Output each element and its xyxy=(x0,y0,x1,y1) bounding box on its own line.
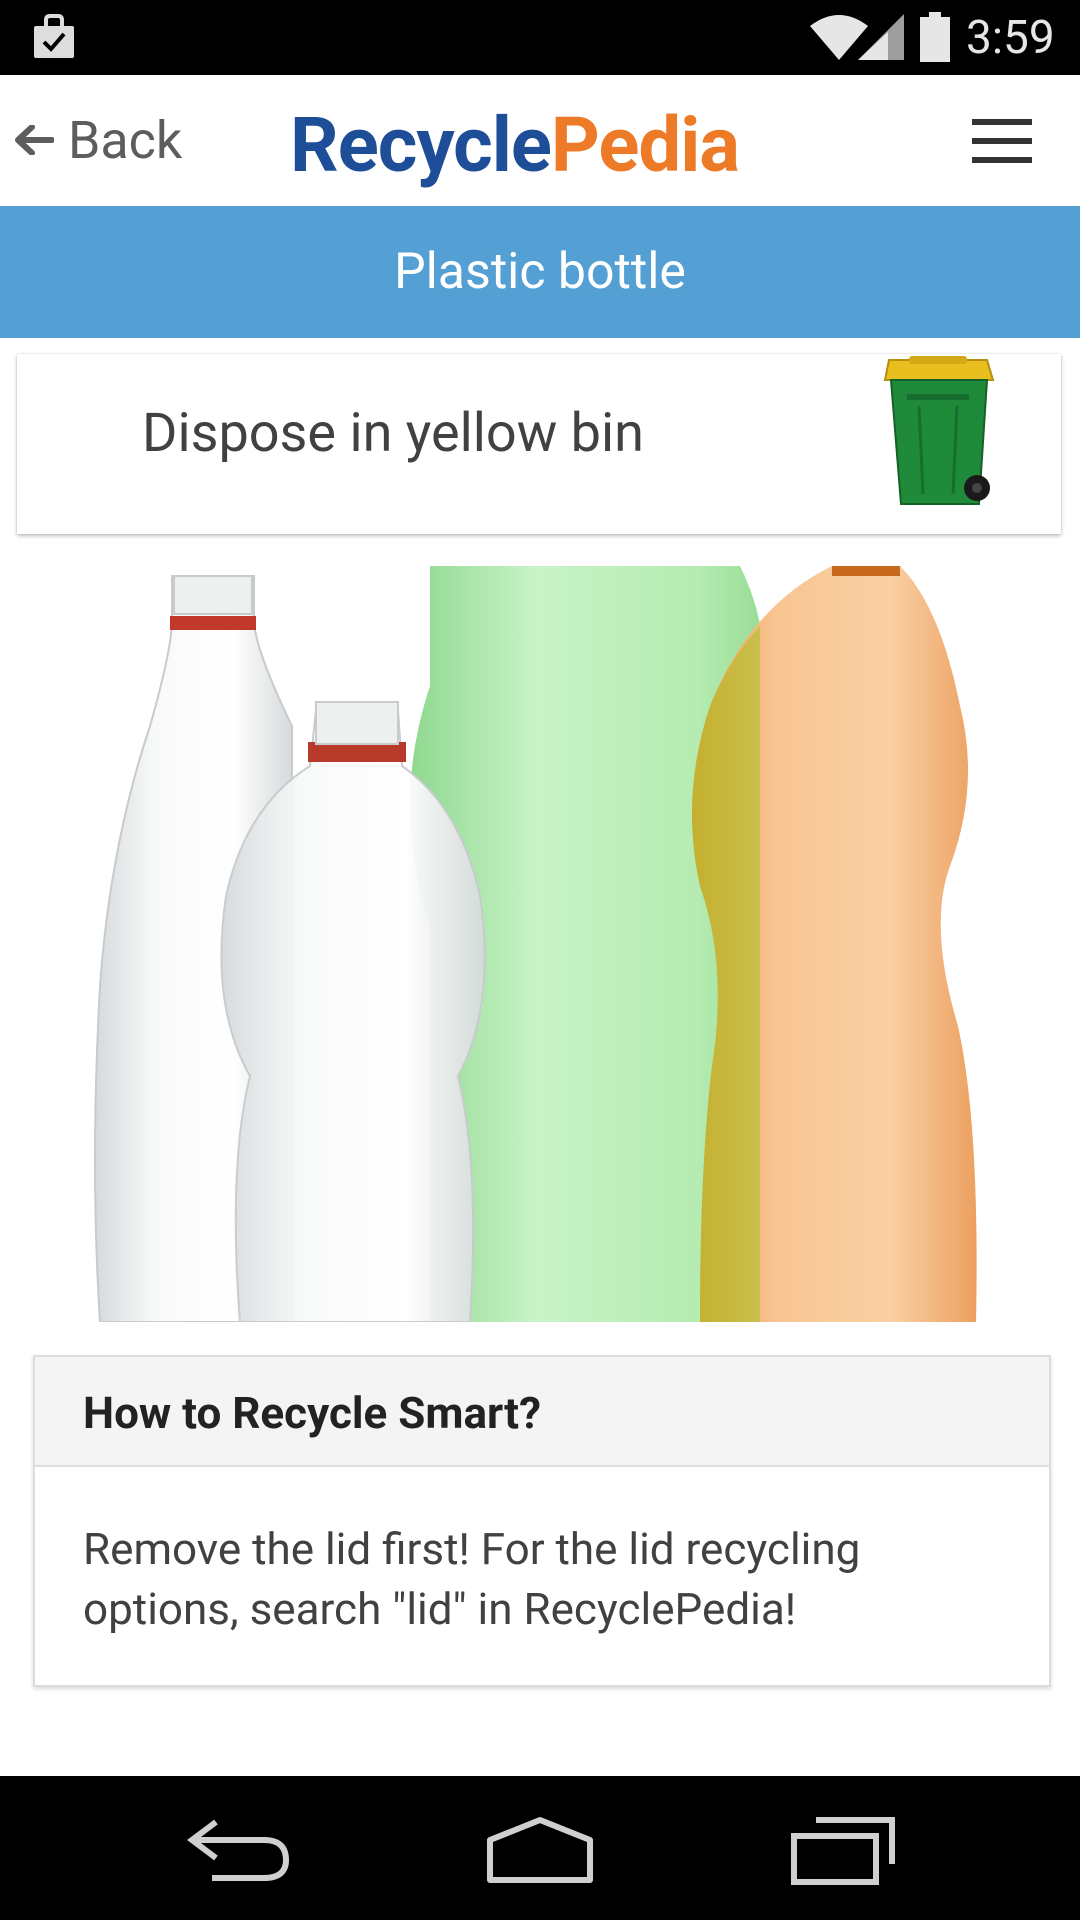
status-time: 3:59 xyxy=(966,11,1055,65)
bag-check-icon xyxy=(34,14,74,58)
tip-body: Remove the lid first! For the lid recycl… xyxy=(83,1523,861,1635)
status-bar: 3:59 xyxy=(0,0,1080,75)
page-title: Plastic bottle xyxy=(394,243,686,301)
tip-title: How to Recycle Smart? xyxy=(83,1387,541,1439)
app-header: Back Recycle Pedia xyxy=(0,75,1080,206)
nav-back-icon[interactable] xyxy=(186,1816,292,1886)
battery-icon xyxy=(920,12,950,62)
arrow-left-icon xyxy=(15,125,54,155)
logo-recycle-text: Recycle xyxy=(290,100,552,190)
page-title-bar: Plastic bottle xyxy=(0,206,1080,338)
cell-signal-icon xyxy=(858,14,904,60)
dispose-instruction: Dispose in yellow bin xyxy=(142,402,644,465)
recyclepedia-logo: Recycle Pedia xyxy=(290,95,740,195)
system-nav-bar xyxy=(0,1776,1080,1920)
dispose-card: Dispose in yellow bin xyxy=(17,354,1061,534)
nav-recents-icon[interactable] xyxy=(790,1816,896,1886)
plastic-bottles-image xyxy=(94,566,977,1322)
tip-card-header: How to Recycle Smart? xyxy=(35,1357,1049,1467)
back-label: Back xyxy=(68,109,183,171)
back-button[interactable]: Back xyxy=(14,105,182,175)
hamburger-menu-icon[interactable] xyxy=(970,115,1034,167)
nav-home-icon[interactable] xyxy=(484,1816,596,1886)
yellow-bin-icon xyxy=(883,356,995,505)
recycle-tip-card: How to Recycle Smart? Remove the lid fir… xyxy=(33,1355,1051,1687)
logo-pedia-text: Pedia xyxy=(550,100,740,190)
